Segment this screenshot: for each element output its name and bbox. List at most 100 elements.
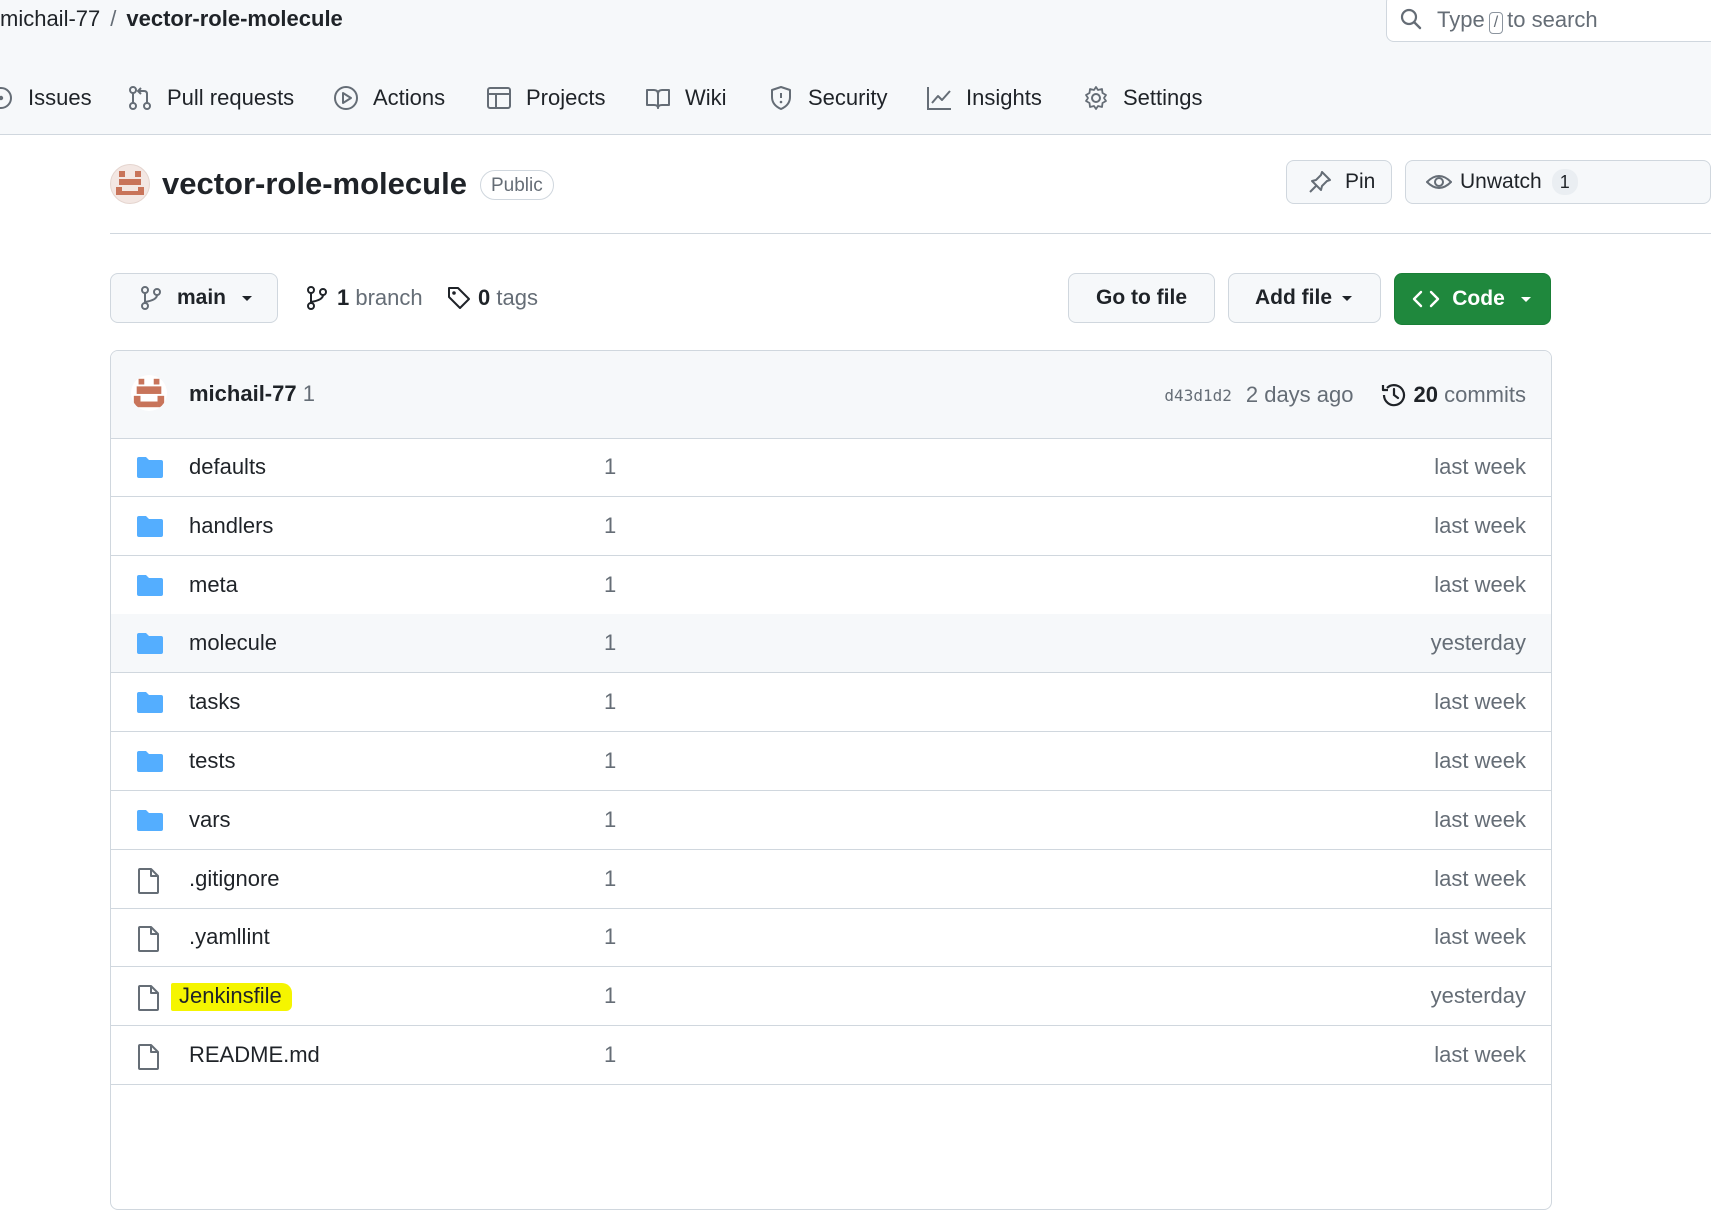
tab-settings[interactable]: Settings xyxy=(1083,78,1203,118)
commit-sha-link[interactable]: d43d1d2 xyxy=(1164,386,1231,405)
code-label: Code xyxy=(1452,287,1505,310)
tab-projects[interactable]: Projects xyxy=(486,78,605,118)
file-row[interactable]: Jenkinsfile 1 yesterday xyxy=(111,967,1551,1027)
file-name-link[interactable]: tests xyxy=(189,748,235,774)
file-commit-message-link[interactable]: 1 xyxy=(604,807,616,833)
go-to-file-label: Go to file xyxy=(1096,286,1187,309)
file-name-link[interactable]: README.md xyxy=(189,1042,320,1068)
file-name-link[interactable]: meta xyxy=(189,572,238,598)
git-branch-icon xyxy=(307,286,327,310)
file-name-link[interactable]: handlers xyxy=(189,513,273,539)
file-commit-age: yesterday xyxy=(1430,630,1526,656)
file-commit-message-link[interactable]: 1 xyxy=(604,630,616,656)
triangle-down-icon xyxy=(1520,297,1531,302)
unwatch-button[interactable]: Unwatch 1 xyxy=(1405,160,1711,204)
breadcrumb-owner-link[interactable]: michail-77 xyxy=(0,6,100,31)
tab-issues[interactable]: Issues xyxy=(0,78,92,118)
breadcrumb-separator: / xyxy=(110,6,117,31)
shield-icon xyxy=(771,86,791,110)
file-name-link[interactable]: .gitignore xyxy=(189,866,280,892)
commit-author-link[interactable]: michail-77 xyxy=(189,381,297,406)
folder-icon xyxy=(136,749,164,778)
branches-link[interactable]: 1 branch xyxy=(305,285,423,311)
tab-label: Insights xyxy=(966,85,1042,110)
watch-count: 1 xyxy=(1551,169,1578,195)
tags-link[interactable]: 0 tags xyxy=(446,285,538,311)
eye-icon xyxy=(1426,175,1452,189)
file-icon xyxy=(136,867,162,900)
search-placeholder-prefix: Type xyxy=(1437,7,1485,32)
file-commit-message-link[interactable]: 1 xyxy=(604,513,616,539)
file-icon xyxy=(136,1043,162,1076)
file-row[interactable]: tests 1 last week xyxy=(111,732,1551,791)
branch-select-button[interactable]: main xyxy=(110,273,278,323)
folder-icon xyxy=(136,808,164,837)
pin-icon xyxy=(1309,171,1331,193)
search-icon xyxy=(1400,8,1422,30)
tab-insights[interactable]: Insights xyxy=(926,78,1042,118)
search-input[interactable]: Type / to search xyxy=(1386,0,1711,42)
add-file-button[interactable]: Add file xyxy=(1228,273,1381,323)
file-row[interactable]: .yamllint 1 last week xyxy=(111,908,1551,968)
commit-count: 20 xyxy=(1413,382,1438,407)
owner-avatar[interactable] xyxy=(110,164,150,204)
file-commit-age: yesterday xyxy=(1430,983,1526,1009)
file-commit-age: last week xyxy=(1434,924,1526,950)
tab-label: Actions xyxy=(373,85,446,110)
tab-label: Wiki xyxy=(685,85,727,110)
tab-actions[interactable]: Actions xyxy=(333,78,445,118)
file-commit-message-link[interactable]: 1 xyxy=(604,983,616,1009)
latest-commit-bar: michail-77 1 d43d1d2 2 days ago 20 commi… xyxy=(111,351,1551,439)
file-commit-message-link[interactable]: 1 xyxy=(604,1042,616,1068)
file-name-link[interactable]: molecule xyxy=(189,630,277,656)
file-row[interactable]: vars 1 last week xyxy=(111,791,1551,850)
play-icon xyxy=(334,86,358,110)
file-commit-message-link[interactable]: 1 xyxy=(604,924,616,950)
branch-label: branch xyxy=(355,285,423,310)
file-commit-message-link[interactable]: 1 xyxy=(604,748,616,774)
file-row[interactable]: meta 1 last week xyxy=(111,556,1551,615)
file-commit-message-link[interactable]: 1 xyxy=(604,866,616,892)
file-commit-age: last week xyxy=(1434,865,1526,891)
file-row[interactable]: tasks 1 last week xyxy=(111,673,1551,733)
file-name-link[interactable]: defaults xyxy=(189,454,266,480)
history-icon xyxy=(1381,384,1405,407)
tag-icon xyxy=(448,287,470,309)
graph-icon xyxy=(927,87,951,110)
file-row[interactable]: defaults 1 last week xyxy=(111,438,1551,497)
tab-pull-requests[interactable]: Pull requests xyxy=(127,78,294,118)
folder-icon xyxy=(136,455,164,484)
tab-security[interactable]: Security xyxy=(768,78,887,118)
file-row[interactable]: molecule 1 yesterday xyxy=(111,614,1551,674)
code-button[interactable]: Code xyxy=(1394,273,1551,325)
file-row[interactable]: README.md 1 last week xyxy=(111,1026,1551,1085)
commit-message-link[interactable]: 1 xyxy=(303,381,315,406)
commit-author-avatar[interactable] xyxy=(131,375,167,411)
go-to-file-button[interactable]: Go to file xyxy=(1068,273,1215,323)
commits-history-link[interactable]: 20 commits xyxy=(1380,381,1526,409)
breadcrumb-repo-link[interactable]: vector-role-molecule xyxy=(126,6,342,31)
file-commit-message-link[interactable]: 1 xyxy=(604,454,616,480)
tab-wiki[interactable]: Wiki xyxy=(645,78,727,118)
search-placeholder-suffix: to search xyxy=(1507,7,1598,32)
file-commit-message-link[interactable]: 1 xyxy=(604,572,616,598)
file-name-link[interactable]: tasks xyxy=(189,689,240,715)
visibility-badge: Public xyxy=(480,170,554,200)
tab-label: Security xyxy=(808,85,888,110)
folder-icon xyxy=(136,631,164,660)
file-row[interactable]: .gitignore 1 last week xyxy=(111,850,1551,909)
file-commit-age: last week xyxy=(1434,748,1526,773)
add-file-label: Add file xyxy=(1255,286,1332,309)
file-commit-message-link[interactable]: 1 xyxy=(604,689,616,715)
repo-name-link[interactable]: vector-role-molecule xyxy=(162,166,467,202)
file-list: michail-77 1 d43d1d2 2 days ago 20 commi… xyxy=(110,350,1552,1210)
file-row[interactable]: handlers 1 last week xyxy=(111,497,1551,556)
file-name-link[interactable]: .yamllint xyxy=(189,924,270,950)
triangle-down-icon xyxy=(242,296,253,301)
tab-label: Settings xyxy=(1123,85,1203,110)
tab-label: Projects xyxy=(526,85,606,110)
file-name-link[interactable]: vars xyxy=(189,807,231,833)
file-name-link[interactable]: Jenkinsfile xyxy=(171,983,292,1012)
pin-button[interactable]: Pin xyxy=(1286,160,1392,204)
file-commit-age: last week xyxy=(1434,1042,1526,1067)
